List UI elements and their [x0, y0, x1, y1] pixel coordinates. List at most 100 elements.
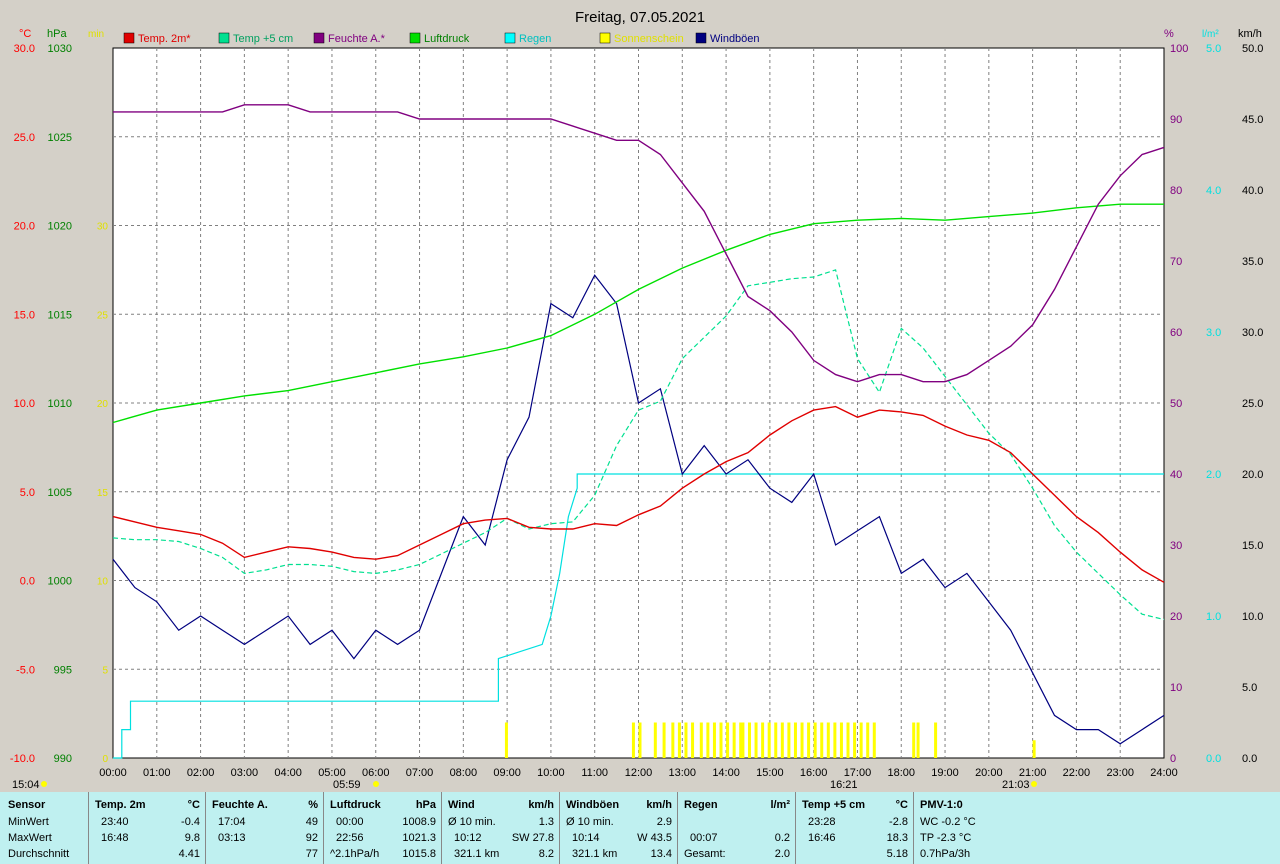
temp-tick-label: 25.0: [14, 132, 35, 144]
temp5cm-unit: °C: [895, 799, 908, 811]
humidity-tick-label: 50: [1170, 398, 1182, 410]
sunshine-bar: [747, 722, 751, 758]
pressure-tick-label: 1015: [48, 309, 72, 321]
pressure-tick-label: 1030: [48, 43, 72, 55]
humidity-tick-label: 10: [1170, 682, 1182, 694]
temp5cm-max-time: 16:46: [808, 832, 836, 844]
feuchte-avg-value: 77: [305, 848, 318, 860]
sunshine-bar: [793, 722, 797, 758]
stats-wind: Wind km/h Ø 10 min. 1.3 10:12 SW 27.8 32…: [441, 792, 560, 864]
wind-avg-value: 8.2: [538, 848, 554, 860]
sunshine-bar: [631, 722, 635, 758]
wind-tick-label: 45.0: [1242, 114, 1263, 126]
sunshine-bar: [780, 722, 784, 758]
temp-tick-label: 10.0: [14, 398, 35, 410]
sunshine-bar: [866, 722, 870, 758]
humidity-tick-label: 30: [1170, 540, 1182, 552]
humidity-tick-label: 80: [1170, 185, 1182, 197]
windboeen-distance: 321.1 km: [572, 848, 618, 860]
sunshine-bar: [719, 722, 723, 758]
feuchte-min-value: 49: [305, 816, 318, 828]
regen-unit: l/m²: [770, 799, 790, 811]
sunshine-bar: [807, 722, 811, 758]
wind-avg10-value: 1.3: [538, 816, 554, 828]
sunshine-bar: [767, 722, 771, 758]
temp2m-avg-value: 4.41: [178, 848, 200, 860]
sunshine-bar: [677, 722, 681, 758]
windboeen-avg10-label: Ø 10 min.: [566, 816, 614, 828]
rain-tick-label: 4.0: [1206, 185, 1221, 197]
sunshine-bar: [712, 722, 716, 758]
wind-tick-label: 35.0: [1242, 256, 1263, 268]
wind-tick-label: 15.0: [1242, 540, 1263, 552]
legend-label: Temp. 2m*: [138, 33, 191, 45]
wind-tick-label: 50.0: [1242, 43, 1263, 55]
stats-luftdruck: Luftdruck hPa 00:00 1008.9 22:56 1021.3 …: [323, 792, 442, 864]
pmv-header: PMV-1:0: [920, 799, 963, 811]
sunrise-time-label: 15:04: [12, 779, 40, 791]
sunshine-tick-label: 25: [97, 310, 109, 321]
temp-tick-label: -10.0: [10, 753, 35, 765]
wind-tick-label: 20.0: [1242, 469, 1263, 481]
x-tick-label: 05:00: [318, 767, 346, 779]
wind-tick-label: 40.0: [1242, 185, 1263, 197]
temp5cm-header: Temp +5 cm: [802, 799, 866, 811]
humidity-tick-label: 20: [1170, 611, 1182, 623]
luftdruck-avg-value: 1015.8: [402, 848, 436, 860]
temp2m-header: Temp. 2m: [95, 799, 146, 811]
luftdruck-max-value: 1021.3: [402, 832, 436, 844]
pressure-tick-label: 1000: [48, 576, 72, 588]
sunshine-bar: [504, 722, 508, 758]
x-tick-label: 10:00: [537, 767, 565, 779]
temp2m-max-value: 9.8: [184, 832, 200, 844]
luftdruck-trend: ^2.1hPa/h: [330, 848, 380, 860]
x-tick-label: 12:00: [625, 767, 653, 779]
wind-tick-label: 30.0: [1242, 327, 1263, 339]
humidity-tick-label: 0: [1170, 753, 1176, 765]
windboeen-header: Windböen: [566, 799, 620, 811]
x-tick-label: 02:00: [187, 767, 215, 779]
sunshine-tick-label: 20: [97, 399, 109, 410]
sunshine-bar: [934, 722, 938, 758]
rain-axis-unit: l/m²: [1202, 29, 1219, 40]
legend-label: Sonnenschein: [614, 33, 684, 45]
x-tick-label: 23:00: [1106, 767, 1134, 779]
feuchte-header: Feuchte A.: [212, 799, 268, 811]
temp2m-min-value: -0.4: [181, 816, 200, 828]
temp-tick-label: 20.0: [14, 221, 35, 233]
pressure-tick-label: 1020: [48, 221, 72, 233]
rain-tick-label: 2.0: [1206, 469, 1221, 481]
min-temp-time-label: 05:59: [333, 779, 361, 791]
x-tick-label: 14:00: [712, 767, 740, 779]
stats-windboeen: Windböen km/h Ø 10 min. 2.9 10:14 W 43.5…: [559, 792, 678, 864]
legend-swatch: [504, 32, 516, 44]
sunshine-bar: [726, 722, 730, 758]
temp-axis-unit: °C: [19, 28, 31, 40]
rain-tick-label: 3.0: [1206, 327, 1221, 339]
x-tick-label: 16:00: [800, 767, 828, 779]
pmv-dewpoint: TP -2.3 °C: [920, 832, 972, 844]
pressure-tick-label: 1010: [48, 398, 72, 410]
pmv-windchill: WC -0.2 °C: [920, 816, 976, 828]
regen-header: Regen: [684, 799, 718, 811]
temp2m-max-time: 16:48: [101, 832, 129, 844]
wind-max-value: SW 27.8: [511, 832, 554, 844]
sunshine-bar: [853, 722, 857, 758]
pmv-pressure-trend: 0.7hPa/3h: [920, 848, 971, 860]
wind-max-time: 10:12: [454, 832, 482, 844]
sunshine-bar: [833, 722, 837, 758]
sunshine-bar: [916, 722, 920, 758]
luftdruck-unit: hPa: [415, 799, 436, 811]
x-tick-label: 07:00: [406, 767, 434, 779]
x-tick-label: 15:00: [756, 767, 784, 779]
temp-tick-label: 30.0: [14, 43, 35, 55]
sunshine-bar: [706, 722, 710, 758]
sunshine-bar: [699, 722, 703, 758]
temp-tick-label: 0.0: [20, 576, 35, 588]
x-tick-label: 13:00: [669, 767, 697, 779]
wind-distance: 321.1 km: [454, 848, 500, 860]
sunshine-tick-label: 5: [102, 665, 108, 676]
wind-tick-label: 5.0: [1242, 682, 1257, 694]
sunshine-bar: [859, 722, 863, 758]
legend-swatch: [695, 32, 707, 44]
